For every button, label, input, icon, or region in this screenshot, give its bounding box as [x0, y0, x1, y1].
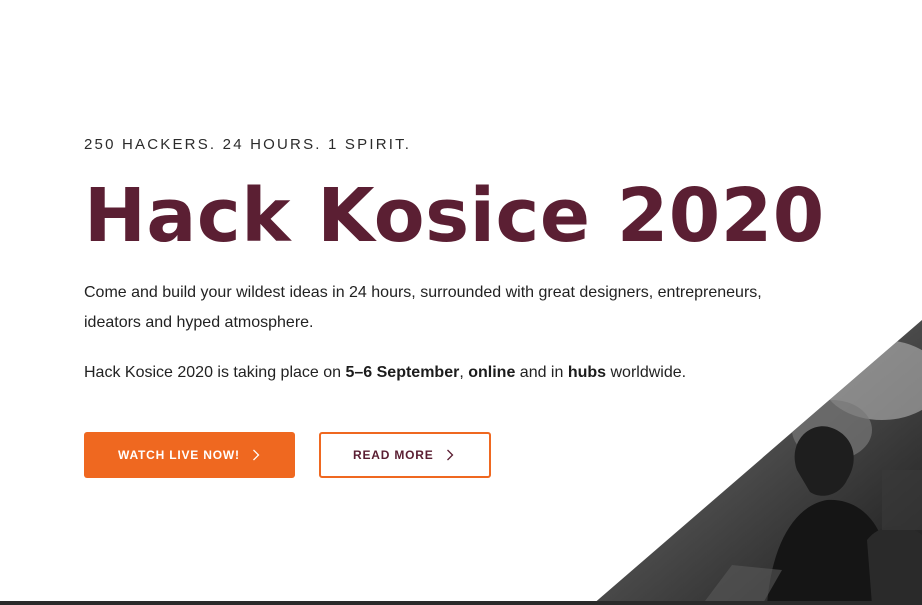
dates-suffix: worldwide. [606, 364, 687, 381]
chevron-right-icon [446, 449, 454, 461]
event-online: online [468, 364, 516, 381]
intro-paragraph: Come and build your wildest ideas in 24 … [84, 284, 762, 331]
watch-live-label: WATCH LIVE NOW! [118, 448, 240, 462]
tagline: 250 HACKERS. 24 HOURS. 1 SPIRIT. [84, 136, 412, 153]
dates-prefix: Hack Kosice 2020 is taking place on [84, 364, 346, 381]
read-more-label: READ MORE [353, 448, 434, 462]
dates-middle: and in [515, 364, 568, 381]
dates-comma: , [459, 364, 464, 381]
page-title: Hack Kosice 2020 [84, 173, 825, 259]
event-details: Hack Kosice 2020 is taking place on 5–6 … [84, 358, 686, 388]
event-hubs: hubs [567, 364, 607, 381]
bottom-divider [0, 601, 922, 605]
event-date: 5–6 September [345, 364, 460, 381]
watch-live-button[interactable]: WATCH LIVE NOW! [84, 432, 295, 478]
chevron-right-icon [252, 449, 260, 461]
read-more-button[interactable]: READ MORE [319, 432, 491, 478]
